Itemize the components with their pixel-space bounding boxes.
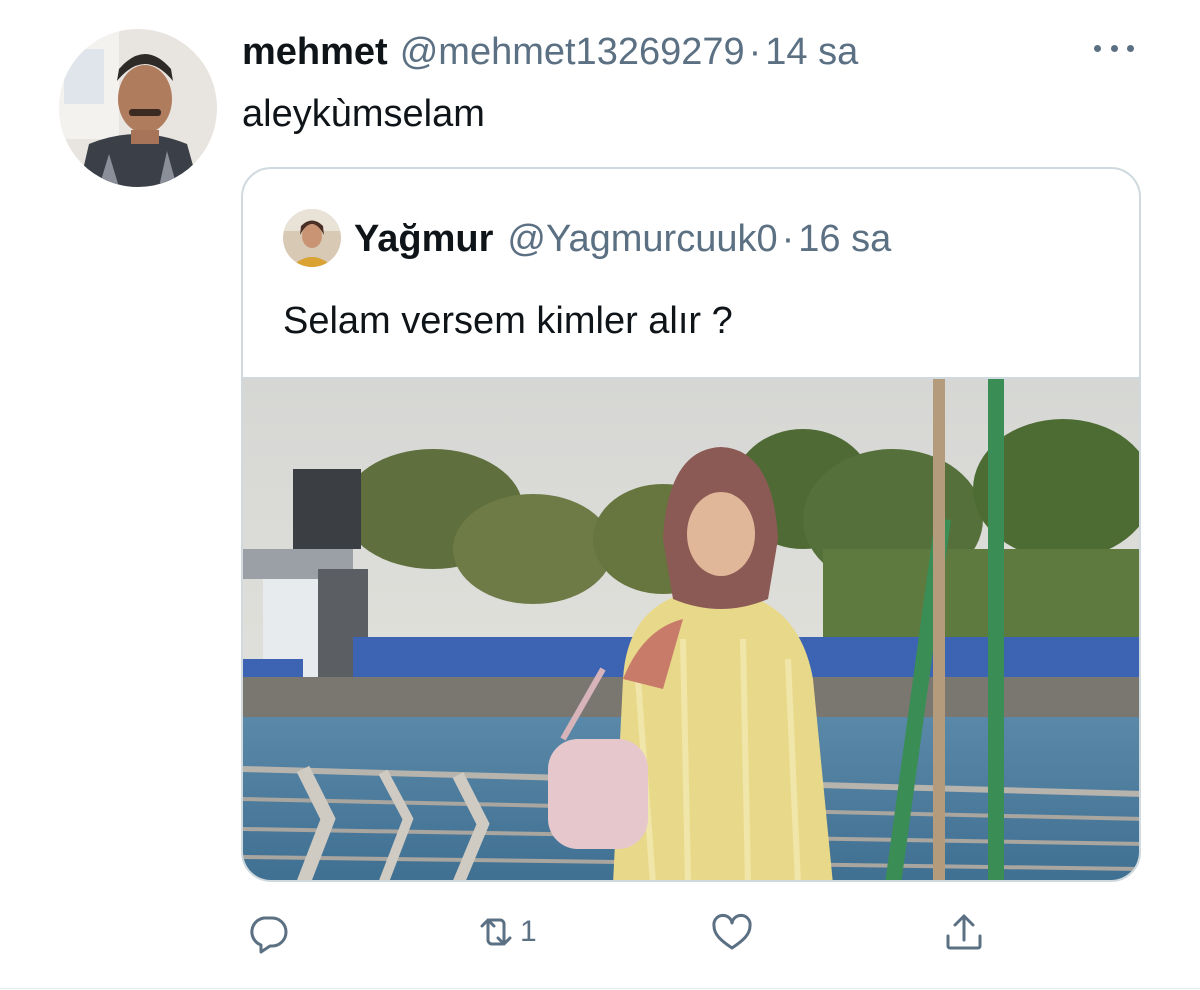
quoted-tweet-card[interactable]: Yağmur @Yagmurcuuk0 · 16 sa Selam versem… xyxy=(241,167,1141,882)
quoted-author-handle[interactable]: @Yagmurcuuk0 xyxy=(507,215,777,263)
more-options-icon[interactable] xyxy=(1094,36,1134,60)
quoted-author-name[interactable]: Yağmur xyxy=(354,215,493,263)
author-avatar[interactable] xyxy=(59,29,217,187)
quoted-tweet-text: Selam versem kimler alır ? xyxy=(283,300,733,342)
retweet-count: 1 xyxy=(520,915,537,948)
retweet-button[interactable]: 1 xyxy=(474,910,537,954)
quoted-tweet-timestamp[interactable]: 16 sa xyxy=(798,215,891,263)
quoted-tweet-photo[interactable] xyxy=(243,377,1139,880)
share-button[interactable] xyxy=(942,910,986,954)
tweet-timestamp[interactable]: 14 sa xyxy=(765,28,858,76)
quoted-avatar-image xyxy=(283,209,341,267)
quoted-tweet-header: Yağmur @Yagmurcuuk0 · 16 sa xyxy=(354,215,891,263)
photo-image xyxy=(243,379,1139,880)
tweet-text: aleykùmselam xyxy=(242,93,485,135)
separator-dot: · xyxy=(781,218,795,260)
author-avatar-image xyxy=(59,29,217,187)
more-dot xyxy=(1110,44,1118,52)
divider xyxy=(0,988,1200,989)
more-dot xyxy=(1094,44,1101,52)
author-name[interactable]: mehmet xyxy=(242,28,388,76)
tweet[interactable]: mehmet @mehmet13269279 · 14 sa aleykùmse… xyxy=(0,0,1200,990)
retweet-icon xyxy=(480,918,512,946)
reply-button[interactable] xyxy=(246,910,290,954)
separator-dot: · xyxy=(748,31,762,73)
quoted-author-avatar[interactable] xyxy=(283,209,341,267)
reply-icon xyxy=(250,916,288,954)
heart-icon xyxy=(712,913,752,950)
like-button[interactable] xyxy=(710,910,754,954)
share-icon xyxy=(946,914,982,950)
author-handle[interactable]: @mehmet13269279 xyxy=(400,28,745,76)
tweet-header: mehmet @mehmet13269279 · 14 sa xyxy=(242,28,858,76)
more-dot xyxy=(1127,44,1134,52)
